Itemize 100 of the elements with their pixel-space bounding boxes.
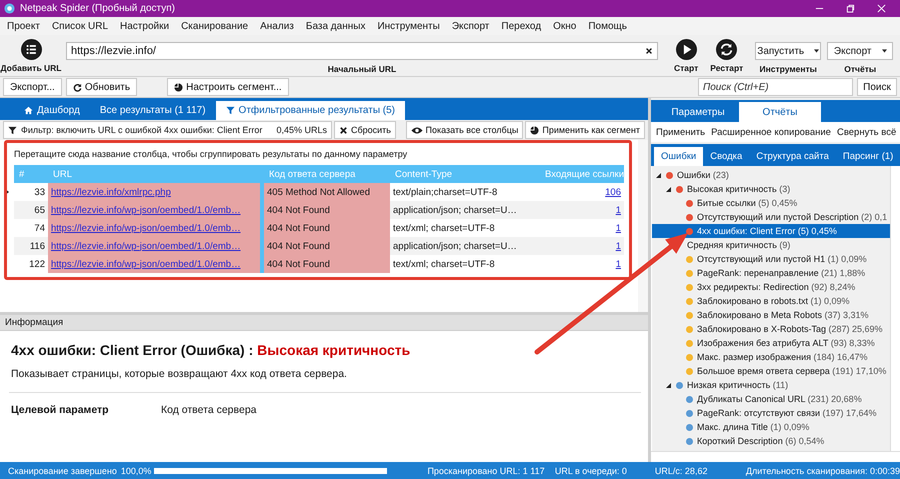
status-text: Сканирование завершено xyxy=(8,466,118,476)
toolbar-action[interactable]: Свернуть всё xyxy=(836,126,896,138)
tab[interactable]: Парсинг (1) xyxy=(836,147,900,166)
scrollbar[interactable] xyxy=(890,166,900,451)
table-cell: 404 Not Found xyxy=(264,201,390,219)
tab[interactable]: Структура сайта xyxy=(749,147,836,166)
window-title: Netpeak Spider (Пробный доступ) xyxy=(20,3,175,14)
menu-item[interactable]: Инструменты xyxy=(371,20,446,32)
menu-item[interactable]: Помощь xyxy=(582,20,633,32)
toolbar-action[interactable]: Применить xyxy=(656,126,706,138)
tab[interactable]: Дашборд xyxy=(14,101,90,120)
expander-icon[interactable] xyxy=(666,382,671,388)
tree-item[interactable]: Битые ссылки (5) 0,45% xyxy=(652,196,890,210)
menu-item[interactable]: Проект xyxy=(1,20,46,32)
restart-button[interactable]: Рестарт xyxy=(710,63,744,73)
show-columns-button[interactable]: Показать все столбцы xyxy=(406,121,524,139)
play-icon[interactable] xyxy=(676,39,697,60)
link[interactable]: https://lezvie.info/wp-json/oembed/1.0/emb… xyxy=(51,204,241,216)
table-cell-text: 122 xyxy=(28,258,46,272)
start-button[interactable]: Старт xyxy=(674,63,698,73)
tab[interactable]: Отчёты xyxy=(739,102,821,122)
info-title: 4xx ошибки: Client Error (Ошибка) : xyxy=(11,342,254,358)
url-field[interactable]: https://lezvie.info/ xyxy=(66,42,658,60)
close-icon xyxy=(338,126,348,134)
scrollbar[interactable] xyxy=(651,451,900,462)
menu-item[interactable]: Анализ xyxy=(254,20,300,32)
link[interactable]: https://lezvie.info/xmlrpc.php xyxy=(51,186,171,198)
filter-share: 0,45% URLs xyxy=(276,125,327,135)
refresh-button[interactable]: Обновить xyxy=(66,78,138,96)
link[interactable]: https://lezvie.info/wp-json/oembed/1.0/emb… xyxy=(51,258,241,270)
tree-item[interactable]: PageRank: отсутствуют связи (197) 17,64% xyxy=(652,406,890,420)
search-field[interactable]: Поиск (Ctrl+E) xyxy=(698,78,853,96)
tree-item[interactable]: Заблокировано в X-Robots-Tag (287) 25,69% xyxy=(652,322,890,336)
tree-item[interactable]: Отсутствующий или пустой H1 (1) 0,09% xyxy=(652,252,890,266)
clear-icon[interactable] xyxy=(645,47,653,55)
menu-item[interactable]: Переход xyxy=(495,20,548,32)
segment-button[interactable]: Настроить сегмент... xyxy=(167,78,289,96)
link[interactable]: 1 xyxy=(616,240,621,252)
apply-segment-button[interactable]: Применить как сегмент xyxy=(525,121,645,139)
tab[interactable]: Сводка xyxy=(703,147,750,166)
menu-item[interactable]: База данных xyxy=(300,20,372,32)
eye-icon xyxy=(410,126,423,134)
link[interactable]: https://lezvie.info/wp-json/oembed/1.0/emb… xyxy=(51,222,241,234)
add-url-button[interactable]: Добавить URL xyxy=(0,63,62,73)
export-button[interactable]: Экспорт... xyxy=(3,78,62,96)
info-description: Показывает страницы, которые возвращают 4xx код ответа сервера. xyxy=(11,368,348,380)
link[interactable]: 1 xyxy=(616,258,621,270)
table-cell-text: 74 xyxy=(33,222,46,236)
tree-item[interactable]: 4xx ошибки: Client Error (5) 0,45% xyxy=(652,224,890,238)
menu-item[interactable]: Сканирование xyxy=(175,20,254,32)
caret-icon[interactable] xyxy=(814,49,820,53)
tree-item[interactable]: Большое время ответа сервера (191) 17,10% xyxy=(652,364,890,378)
toolbar-action[interactable]: Расширенное копирование xyxy=(711,126,831,138)
menu-item[interactable]: Окно xyxy=(547,20,582,32)
search-button[interactable]: Поиск xyxy=(857,78,897,96)
tree-item[interactable]: Ошибки (23) xyxy=(652,168,890,182)
tab[interactable]: Параметры xyxy=(657,102,739,122)
param-label: Целевой параметр xyxy=(11,404,110,416)
tools-dropdown[interactable]: Запустить xyxy=(755,42,822,60)
restore-icon[interactable] xyxy=(846,4,855,13)
refresh-icon[interactable] xyxy=(716,39,738,60)
app-logo-icon xyxy=(4,3,15,14)
reset-button[interactable]: Сбросить xyxy=(334,121,396,139)
tree-item[interactable]: Высокая критичность (3) xyxy=(652,182,890,196)
tree-item[interactable]: Макс. размер изображения (184) 16,47% xyxy=(652,350,890,364)
table-cell-text: application/json; charset=U… xyxy=(392,204,518,218)
link[interactable]: 1 xyxy=(616,222,621,234)
tree-item[interactable]: Заблокировано в robots.txt (1) 0,09% xyxy=(652,294,890,308)
expander-icon[interactable] xyxy=(656,172,661,178)
table-cell-text: 65 xyxy=(33,204,46,218)
link[interactable]: 1 xyxy=(616,204,621,216)
tree-item[interactable]: Изображения без атрибута ALT (93) 8,33% xyxy=(652,336,890,350)
tree-item[interactable]: PageRank: перенаправление (21) 1,88% xyxy=(652,266,890,280)
filter-label: Фильтр: включить URL с ошибкой 4xx ошибки: Client Error xyxy=(21,125,262,135)
list-icon[interactable] xyxy=(20,39,42,60)
tab[interactable]: Ошибки xyxy=(654,147,704,166)
tree-item[interactable]: Заблокировано в Meta Robots (37) 3,31% xyxy=(652,308,890,322)
tab[interactable]: Все результаты (1 117) xyxy=(90,101,216,120)
reports-dropdown[interactable]: Экспорт xyxy=(827,42,894,60)
menu-item[interactable]: Настройки xyxy=(114,20,176,32)
caret-icon[interactable] xyxy=(882,49,886,53)
scrollbar[interactable] xyxy=(638,140,648,312)
tree-item[interactable]: Дубликаты Canonical URL (231) 20,68% xyxy=(652,392,890,406)
tree-item[interactable]: 3xx редиректы: Redirection (92) 8,24% xyxy=(652,280,890,294)
menu-item[interactable]: Список URL xyxy=(46,20,114,32)
home-icon xyxy=(24,106,33,115)
table-cell: 404 Not Found xyxy=(264,237,390,255)
tree-item[interactable]: Макс. длина Title (1) 0,09% xyxy=(652,420,890,434)
tab[interactable]: Отфильтрованные результаты (5) xyxy=(216,101,406,120)
table-cell: 404 Not Found xyxy=(264,255,390,273)
tree-item[interactable]: Отсутствующий или пустой Description (2) 0,1 xyxy=(652,210,890,224)
table-cell-text: application/json; charset=U… xyxy=(392,240,518,254)
expander-icon[interactable] xyxy=(666,186,671,192)
link[interactable]: 106 xyxy=(605,186,621,198)
tree-item[interactable]: Низкая критичность (11) xyxy=(652,378,890,392)
tree-item[interactable]: Короткий Description (6) 0,54% xyxy=(652,434,890,448)
crawled-count: Просканировано URL: 1 117 xyxy=(427,466,546,476)
close-icon[interactable] xyxy=(877,4,886,13)
menu-item[interactable]: Экспорт xyxy=(446,20,496,32)
link[interactable]: https://lezvie.info/wp-json/oembed/1.0/emb… xyxy=(51,240,241,252)
